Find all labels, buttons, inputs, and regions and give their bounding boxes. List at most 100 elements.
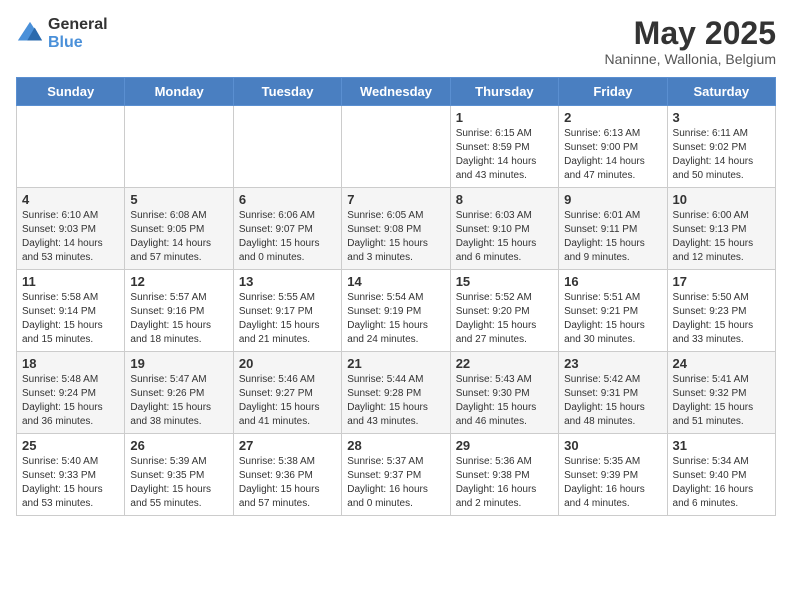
day-of-week-header: Thursday	[450, 78, 558, 106]
day-of-week-header: Saturday	[667, 78, 775, 106]
day-number: 20	[239, 356, 336, 371]
day-number: 10	[673, 192, 770, 207]
day-info: Sunrise: 6:03 AMSunset: 9:10 PMDaylight:…	[456, 209, 553, 265]
calendar-cell: 17Sunrise: 5:50 AMSunset: 9:23 PMDayligh…	[667, 270, 775, 352]
calendar-cell: 25 Sunrise: 5:40 AMSunset: 9:33 PMDayligh…	[17, 434, 125, 516]
calendar-week-row: 4Sunrise: 6:10 AMSunset: 9:03 PMDaylight…	[17, 188, 776, 270]
calendar-cell: 15 Sunrise: 5:52 AMSunset: 9:20 PMDayligh…	[450, 270, 558, 352]
day-number: 19	[130, 356, 227, 371]
day-number: 28	[347, 438, 444, 453]
day-info: Sunrise: 5:44 AMSunset: 9:28 PMDaylight:…	[347, 373, 444, 429]
day-number: 25	[22, 438, 119, 453]
day-info: Sunrise: 5:50 AMSunset: 9:23 PMDaylight:…	[673, 291, 770, 347]
day-of-week-header: Sunday	[17, 78, 125, 106]
day-info: Sunrise: 6:05 AMSunset: 9:08 PMDaylight:…	[347, 209, 444, 265]
calendar-cell: 30 Sunrise: 5:35 AMSunset: 9:39 PMDayligh…	[559, 434, 667, 516]
day-number: 27	[239, 438, 336, 453]
calendar-cell: 8 Sunrise: 6:03 AMSunset: 9:10 PMDaylight…	[450, 188, 558, 270]
day-number: 18	[22, 356, 119, 371]
calendar-cell: 10 Sunrise: 6:00 AMSunset: 9:13 PMDayligh…	[667, 188, 775, 270]
calendar-cell: 27Sunrise: 5:38 AMSunset: 9:36 PMDayligh…	[233, 434, 341, 516]
calendar-cell: 1 Sunrise: 6:15 AMSunset: 8:59 PMDaylight…	[450, 106, 558, 188]
calendar-week-row: 18 Sunrise: 5:48 AMSunset: 9:24 PMDayligh…	[17, 352, 776, 434]
calendar-cell: 23Sunrise: 5:42 AMSunset: 9:31 PMDayligh…	[559, 352, 667, 434]
calendar-cell: 31Sunrise: 5:34 AMSunset: 9:40 PMDayligh…	[667, 434, 775, 516]
day-number: 16	[564, 274, 661, 289]
day-info: Sunrise: 5:55 AMSunset: 9:17 PMDaylight:…	[239, 291, 336, 347]
calendar-cell: 3 Sunrise: 6:11 AMSunset: 9:02 PMDaylight…	[667, 106, 775, 188]
day-number: 12	[130, 274, 227, 289]
day-number: 3	[673, 110, 770, 125]
day-of-week-header: Monday	[125, 78, 233, 106]
day-info: Sunrise: 5:58 AMSunset: 9:14 PMDaylight:…	[22, 291, 119, 347]
day-info: Sunrise: 6:00 AMSunset: 9:13 PMDaylight:…	[673, 209, 770, 265]
calendar-cell	[17, 106, 125, 188]
day-info: Sunrise: 5:40 AMSunset: 9:33 PMDaylight:…	[22, 455, 119, 511]
title-area: May 2025 Naninne, Wallonia, Belgium	[605, 16, 776, 67]
day-info: Sunrise: 5:43 AMSunset: 9:30 PMDaylight:…	[456, 373, 553, 429]
calendar-cell: 24 Sunrise: 5:41 AMSunset: 9:32 PMDayligh…	[667, 352, 775, 434]
day-info: Sunrise: 5:41 AMSunset: 9:32 PMDaylight:…	[673, 373, 770, 429]
day-info: Sunrise: 5:57 AMSunset: 9:16 PMDaylight:…	[130, 291, 227, 347]
day-number: 23	[564, 356, 661, 371]
day-number: 2	[564, 110, 661, 125]
calendar-cell: 26 Sunrise: 5:39 AMSunset: 9:35 PMDayligh…	[125, 434, 233, 516]
day-info: Sunrise: 5:39 AMSunset: 9:35 PMDaylight:…	[130, 455, 227, 511]
calendar-cell: 5Sunrise: 6:08 AMSunset: 9:05 PMDaylight…	[125, 188, 233, 270]
day-info: Sunrise: 6:01 AMSunset: 9:11 PMDaylight:…	[564, 209, 661, 265]
calendar-cell: 21 Sunrise: 5:44 AMSunset: 9:28 PMDayligh…	[342, 352, 450, 434]
calendar-cell: 19 Sunrise: 5:47 AMSunset: 9:26 PMDayligh…	[125, 352, 233, 434]
calendar-week-row: 1 Sunrise: 6:15 AMSunset: 8:59 PMDaylight…	[17, 106, 776, 188]
day-info: Sunrise: 5:34 AMSunset: 9:40 PMDaylight:…	[673, 455, 770, 511]
calendar-cell: 16 Sunrise: 5:51 AMSunset: 9:21 PMDayligh…	[559, 270, 667, 352]
day-number: 9	[564, 192, 661, 207]
day-info: Sunrise: 5:48 AMSunset: 9:24 PMDaylight:…	[22, 373, 119, 429]
calendar-cell: 2 Sunrise: 6:13 AMSunset: 9:00 PMDaylight…	[559, 106, 667, 188]
day-info: Sunrise: 6:13 AMSunset: 9:00 PMDaylight:…	[564, 127, 661, 183]
logo-icon	[16, 20, 44, 48]
day-info: Sunrise: 5:37 AMSunset: 9:37 PMDaylight:…	[347, 455, 444, 511]
day-info: Sunrise: 6:11 AMSunset: 9:02 PMDaylight:…	[673, 127, 770, 183]
day-number: 30	[564, 438, 661, 453]
day-number: 11	[22, 274, 119, 289]
calendar-cell: 7 Sunrise: 6:05 AMSunset: 9:08 PMDaylight…	[342, 188, 450, 270]
day-number: 8	[456, 192, 553, 207]
calendar-cell: 6 Sunrise: 6:06 AMSunset: 9:07 PMDaylight…	[233, 188, 341, 270]
day-of-week-header: Tuesday	[233, 78, 341, 106]
calendar-cell: 28 Sunrise: 5:37 AMSunset: 9:37 PMDayligh…	[342, 434, 450, 516]
day-of-week-header: Friday	[559, 78, 667, 106]
day-number: 7	[347, 192, 444, 207]
calendar-cell: 13Sunrise: 5:55 AMSunset: 9:17 PMDayligh…	[233, 270, 341, 352]
day-info: Sunrise: 6:06 AMSunset: 9:07 PMDaylight:…	[239, 209, 336, 265]
day-of-week-header: Wednesday	[342, 78, 450, 106]
calendar-body: 1 Sunrise: 6:15 AMSunset: 8:59 PMDaylight…	[17, 106, 776, 516]
calendar-week-row: 11 Sunrise: 5:58 AMSunset: 9:14 PMDayligh…	[17, 270, 776, 352]
calendar-cell: 4Sunrise: 6:10 AMSunset: 9:03 PMDaylight…	[17, 188, 125, 270]
calendar-cell: 12 Sunrise: 5:57 AMSunset: 9:16 PMDayligh…	[125, 270, 233, 352]
day-info: Sunrise: 5:36 AMSunset: 9:38 PMDaylight:…	[456, 455, 553, 511]
logo-blue-text: Blue	[48, 34, 108, 52]
day-number: 22	[456, 356, 553, 371]
day-info: Sunrise: 5:47 AMSunset: 9:26 PMDaylight:…	[130, 373, 227, 429]
day-number: 21	[347, 356, 444, 371]
day-number: 15	[456, 274, 553, 289]
day-info: Sunrise: 5:51 AMSunset: 9:21 PMDaylight:…	[564, 291, 661, 347]
day-number: 24	[673, 356, 770, 371]
calendar-cell	[342, 106, 450, 188]
day-info: Sunrise: 5:35 AMSunset: 9:39 PMDaylight:…	[564, 455, 661, 511]
calendar-cell	[125, 106, 233, 188]
day-number: 6	[239, 192, 336, 207]
day-number: 26	[130, 438, 227, 453]
calendar-table: SundayMondayTuesdayWednesdayThursdayFrid…	[16, 77, 776, 516]
day-number: 1	[456, 110, 553, 125]
day-info: Sunrise: 5:54 AMSunset: 9:19 PMDaylight:…	[347, 291, 444, 347]
logo: General Blue	[16, 16, 108, 51]
day-info: Sunrise: 6:10 AMSunset: 9:03 PMDaylight:…	[22, 209, 119, 265]
day-info: Sunrise: 6:08 AMSunset: 9:05 PMDaylight:…	[130, 209, 227, 265]
calendar-cell: 22 Sunrise: 5:43 AMSunset: 9:30 PMDayligh…	[450, 352, 558, 434]
calendar-subtitle: Naninne, Wallonia, Belgium	[605, 51, 776, 67]
day-info: Sunrise: 5:52 AMSunset: 9:20 PMDaylight:…	[456, 291, 553, 347]
calendar-cell: 18 Sunrise: 5:48 AMSunset: 9:24 PMDayligh…	[17, 352, 125, 434]
day-info: Sunrise: 6:15 AMSunset: 8:59 PMDaylight:…	[456, 127, 553, 183]
day-number: 14	[347, 274, 444, 289]
